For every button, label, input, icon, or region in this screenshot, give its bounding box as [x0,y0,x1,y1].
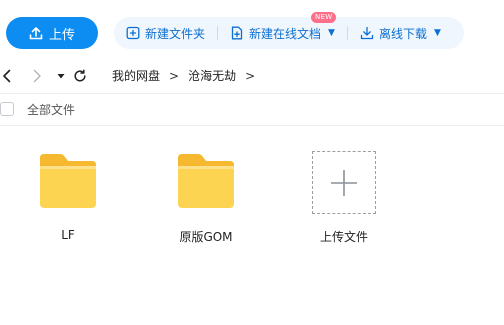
breadcrumb-root[interactable]: 我的网盘 [112,67,160,84]
plus-icon [331,169,357,196]
new-badge: NEW [311,12,337,23]
new-folder-icon [126,26,140,40]
toolbar-separator [217,26,219,40]
item-name: LF [61,228,75,242]
offline-download-button[interactable]: 离线下载 ▼ [360,25,441,42]
item-name: 上传文件 [319,230,368,244]
breadcrumb-separator: > [245,68,256,83]
folder-icon [172,148,240,216]
divider [0,93,504,94]
folder-icon [34,148,102,216]
navigation-bar: 我的网盘 > 沧海无劫 > [0,62,504,90]
new-online-doc-button[interactable]: 新建在线文档 ▼ [230,25,335,42]
new-online-doc-label: 新建在线文档 [249,26,322,41]
all-files-label: 全部文件 [27,103,76,117]
back-arrow-icon[interactable] [0,68,14,84]
select-all-checkbox[interactable] [0,102,14,116]
download-icon [360,26,374,40]
list-header: 全部文件 [0,97,504,123]
folder-item[interactable]: LF [18,148,118,248]
upload-file-tile[interactable]: 上传文件 [294,148,394,248]
upload-icon [29,27,43,40]
chevron-down-icon: ▼ [433,28,441,38]
item-name: 原版GOM [179,230,233,244]
upload-button[interactable]: 上传 [6,17,98,49]
folder-item[interactable]: 原版GOM [156,148,256,248]
upload-button-label: 上传 [48,27,75,43]
breadcrumb-current[interactable]: 沧海无劫 [188,67,236,84]
breadcrumb: 我的网盘 > 沧海无劫 > [112,67,255,84]
breadcrumb-separator: > [169,68,180,83]
divider [0,125,504,126]
forward-arrow-icon[interactable] [30,68,44,84]
new-folder-button[interactable]: 新建文件夹 [126,25,205,42]
offline-download-label: 离线下载 [378,26,427,41]
history-dropdown-icon[interactable] [54,68,68,84]
refresh-icon[interactable] [73,68,87,84]
action-bar: 新建文件夹 新建在线文档 ▼ 离线下载 ▼ [114,17,464,49]
file-manager: 上传 新建文件夹 新建在线文档 ▼ 离线下载 ▼ NEW 我的网盘 > 沧海无劫… [0,0,504,325]
new-doc-icon [231,26,243,40]
new-folder-label: 新建文件夹 [145,26,206,41]
upload-drop-area[interactable] [312,151,376,214]
chevron-down-icon: ▼ [328,28,335,38]
toolbar: 上传 新建文件夹 新建在线文档 ▼ 离线下载 ▼ NEW [0,0,504,64]
toolbar-separator [346,26,348,40]
